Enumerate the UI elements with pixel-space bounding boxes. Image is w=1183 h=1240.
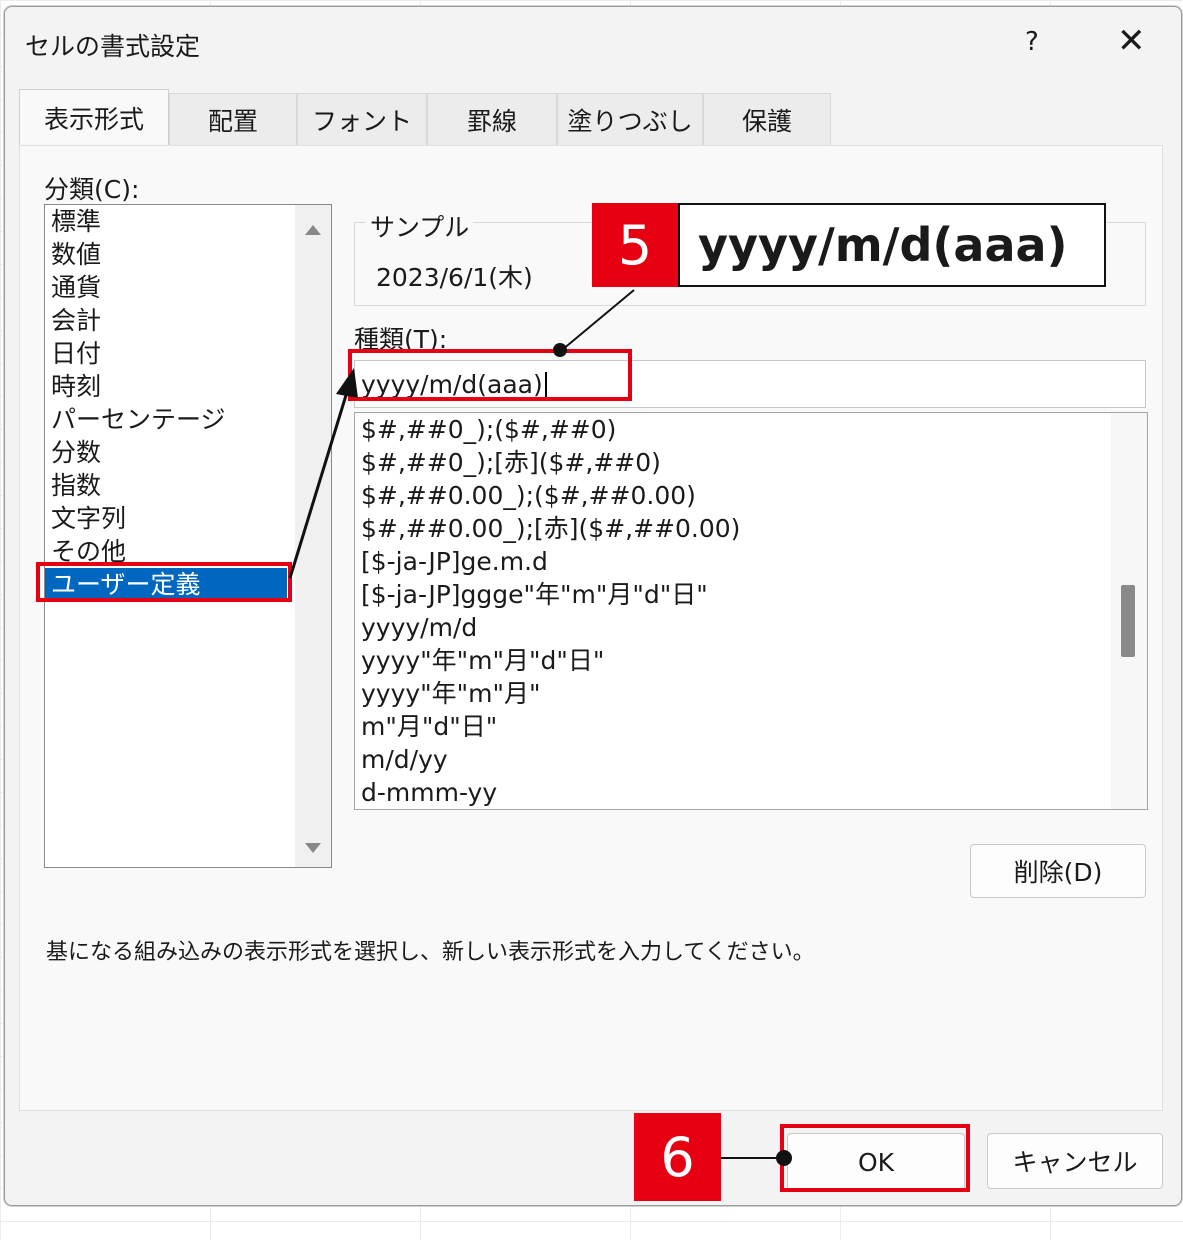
- tab-bar: 表示形式 配置 フォント 罫線 塗りつぶし 保護: [19, 89, 831, 146]
- format-cells-dialog: セルの書式設定 ? ✕ 表示形式 配置 フォント 罫線 塗りつぶし 保護 分類(…: [4, 6, 1182, 1206]
- sample-label: サンプル: [366, 208, 474, 244]
- format-item[interactable]: m"月"d"日": [355, 710, 1147, 743]
- format-item[interactable]: yyyy/m/d: [355, 611, 1147, 644]
- ok-button-highlight: [780, 1124, 970, 1192]
- format-item[interactable]: yyyy"年"m"月": [355, 677, 1147, 710]
- format-item[interactable]: $#,##0.00_);[赤]($#,##0.00): [355, 512, 1147, 545]
- cancel-button[interactable]: キャンセル: [987, 1133, 1163, 1189]
- tab-fill[interactable]: 塗りつぶし: [557, 93, 703, 146]
- category-item[interactable]: 日付: [45, 337, 287, 370]
- delete-button[interactable]: 削除(D): [970, 844, 1146, 898]
- close-icon[interactable]: ✕: [1117, 21, 1146, 61]
- category-item[interactable]: 文字列: [45, 502, 287, 535]
- category-label: 分類(C):: [44, 175, 140, 204]
- step-6-badge: 6: [634, 1113, 721, 1201]
- tab-border[interactable]: 罫線: [427, 93, 557, 146]
- category-item[interactable]: 標準: [45, 205, 287, 238]
- category-item[interactable]: 数値: [45, 238, 287, 271]
- category-items: 標準 数値 通貨 会計 日付 時刻 パーセンテージ 分数 指数 文字列 その他 ユーザー定義: [45, 205, 331, 601]
- category-item[interactable]: パーセンテージ: [45, 403, 287, 436]
- scroll-up-icon[interactable]: [305, 225, 321, 235]
- user-defined-highlight: [36, 562, 292, 602]
- description-text: 基になる組み込みの表示形式を選択し、新しい表示形式を入力してください。: [46, 940, 815, 965]
- step-5-callout: yyyy/m/d(aaa): [678, 203, 1106, 287]
- tab-number-format[interactable]: 表示形式: [19, 89, 169, 146]
- format-item[interactable]: m/d/yy: [355, 743, 1147, 776]
- format-item[interactable]: d-mmm-yy: [355, 776, 1147, 809]
- format-item[interactable]: [$-ja-JP]ge.m.d: [355, 545, 1147, 578]
- type-input-highlight: [348, 349, 632, 401]
- scroll-down-icon[interactable]: [305, 843, 321, 853]
- category-item[interactable]: 分数: [45, 436, 287, 469]
- tab-alignment[interactable]: 配置: [169, 93, 297, 146]
- tab-font[interactable]: フォント: [297, 93, 427, 146]
- format-items: $#,##0_);($#,##0) $#,##0_);[赤]($#,##0) $#,…: [355, 413, 1147, 809]
- category-list[interactable]: 標準 数値 通貨 会計 日付 時刻 パーセンテージ 分数 指数 文字列 その他 ユーザー定義: [44, 204, 332, 868]
- category-scrollbar[interactable]: [295, 205, 331, 867]
- format-item[interactable]: $#,##0.00_);($#,##0.00): [355, 479, 1147, 512]
- category-item[interactable]: 指数: [45, 469, 287, 502]
- scroll-thumb[interactable]: [1121, 585, 1135, 657]
- help-button[interactable]: ?: [1025, 27, 1039, 57]
- step-5-badge: 5: [592, 203, 678, 287]
- category-item[interactable]: 通貨: [45, 271, 287, 304]
- number-format-panel: 分類(C): 標準 数値 通貨 会計 日付 時刻 パーセンテージ 分数 指数 文字列 その他 ユーザー…: [19, 145, 1163, 1111]
- format-item[interactable]: $#,##0_);[赤]($#,##0): [355, 446, 1147, 479]
- sample-value: 2023/6/1(木): [376, 263, 533, 292]
- format-list[interactable]: $#,##0_);($#,##0) $#,##0_);[赤]($#,##0) $#,…: [354, 412, 1148, 810]
- format-scrollbar[interactable]: [1111, 413, 1147, 809]
- category-item[interactable]: 時刻: [45, 370, 287, 403]
- dialog-title: セルの書式設定: [25, 32, 201, 61]
- category-item[interactable]: 会計: [45, 304, 287, 337]
- tab-protection[interactable]: 保護: [703, 93, 831, 146]
- format-item[interactable]: yyyy"年"m"月"d"日": [355, 644, 1147, 677]
- format-item[interactable]: $#,##0_);($#,##0): [355, 413, 1147, 446]
- format-item[interactable]: [$-ja-JP]ggge"年"m"月"d"日": [355, 578, 1147, 611]
